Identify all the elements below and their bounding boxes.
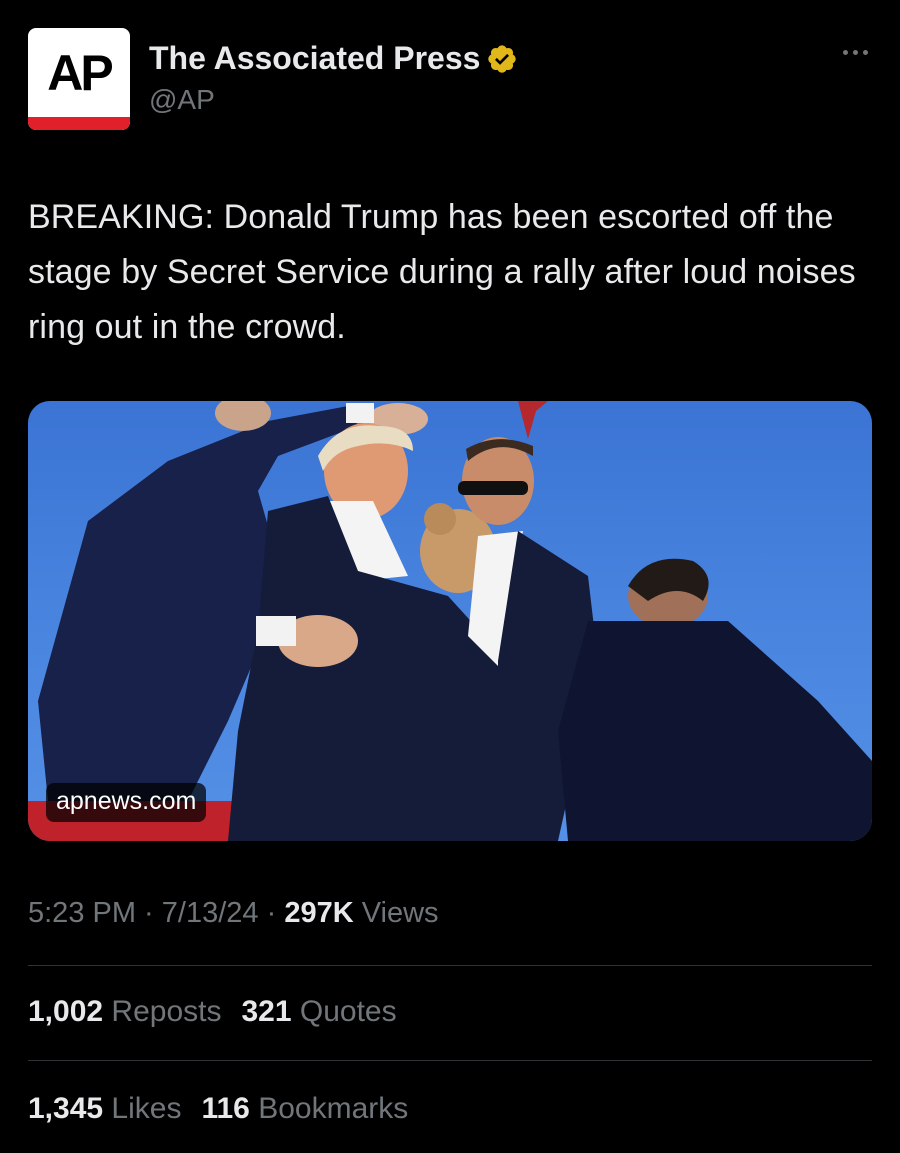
- author-handle[interactable]: @AP: [149, 84, 215, 116]
- avatar-red-bar: [28, 117, 130, 130]
- views-count: 297K: [284, 897, 354, 929]
- engagement-row-2: 1,345 Likes 116 Bookmarks: [28, 1092, 408, 1126]
- likes-label: Likes: [111, 1092, 182, 1125]
- reposts-stat[interactable]: 1,002 Reposts: [28, 995, 221, 1029]
- bookmarks-stat[interactable]: 116 Bookmarks: [201, 1092, 408, 1126]
- tweet-date[interactable]: 7/13/24: [162, 897, 259, 929]
- tweet-media-image[interactable]: apnews.com: [28, 401, 872, 841]
- tweet-meta-row: 5:23 PM · 7/13/24 · 297K Views: [28, 897, 439, 930]
- photo-illustration: [28, 401, 872, 841]
- quotes-stat[interactable]: 321 Quotes: [241, 995, 396, 1029]
- reposts-label: Reposts: [111, 995, 222, 1028]
- views-label: Views: [353, 897, 439, 929]
- avatar[interactable]: AP: [28, 28, 130, 130]
- tweet-text: BREAKING: Donald Trump has been escorted…: [28, 198, 856, 346]
- likes-count: 1,345: [28, 1092, 104, 1125]
- avatar-logo-text: AP: [47, 45, 113, 101]
- verified-badge-icon: [486, 43, 518, 75]
- bookmarks-count: 116: [201, 1092, 250, 1125]
- quotes-count: 321: [241, 995, 292, 1028]
- tweet-time[interactable]: 5:23 PM: [28, 897, 136, 929]
- more-options-icon[interactable]: [843, 50, 868, 55]
- media-link-label[interactable]: apnews.com: [46, 783, 207, 822]
- divider: [28, 965, 872, 966]
- author-name-row[interactable]: The Associated Press: [149, 40, 518, 77]
- engagement-row-1: 1,002 Reposts 321 Quotes: [28, 995, 397, 1029]
- likes-stat[interactable]: 1,345 Likes: [28, 1092, 181, 1126]
- reposts-count: 1,002: [28, 995, 104, 1028]
- meta-separator: ·: [136, 897, 162, 929]
- divider: [28, 1060, 872, 1061]
- quotes-label: Quotes: [299, 995, 397, 1028]
- bookmarks-label: Bookmarks: [258, 1092, 409, 1125]
- author-display-name[interactable]: The Associated Press: [149, 40, 480, 77]
- meta-separator: ·: [258, 897, 285, 929]
